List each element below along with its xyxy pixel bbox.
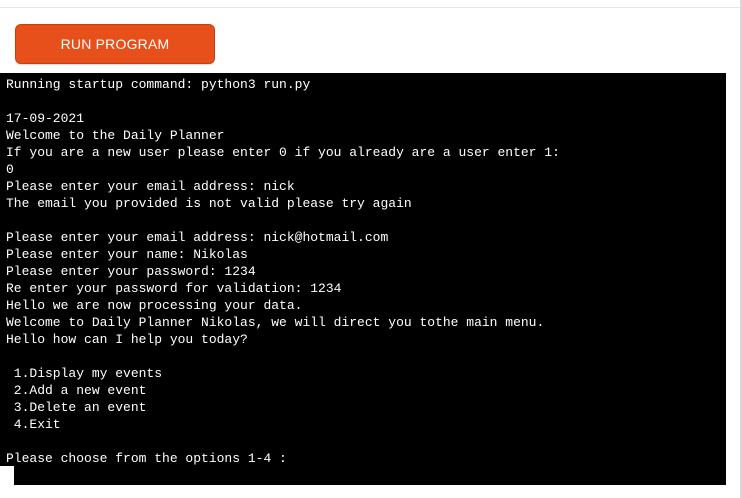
terminal-line: Please enter your name: Nikolas (6, 247, 248, 262)
terminal-line: Welcome to the Daily Planner (6, 128, 225, 143)
top-divider (0, 0, 742, 8)
terminal-line: Welcome to Daily Planner Nikolas, we wil… (6, 315, 545, 330)
terminal-line: The email you provided is not valid plea… (6, 196, 412, 211)
terminal-line: 4.Exit (6, 417, 61, 432)
terminal-line: Please choose from the options 1-4 : (6, 450, 560, 467)
terminal-line: 3.Delete an event (6, 400, 147, 415)
terminal-output[interactable]: Running startup command: python3 run.py 1… (0, 73, 726, 485)
terminal-line: Please enter your email address: nick (6, 179, 295, 194)
terminal-line: Please enter your password: 1234 (6, 264, 256, 279)
terminal-line: 2.Add a new event (6, 383, 147, 398)
terminal-corner-gap (0, 466, 14, 485)
terminal-line: Hello how can I help you today? (6, 332, 248, 347)
terminal-line: Hello we are now processing your data. (6, 298, 303, 313)
terminal-line: 17-09-2021 (6, 111, 85, 126)
terminal-line: Running startup command: python3 run.py (6, 77, 311, 92)
terminal-line: If you are a new user please enter 0 if … (6, 145, 560, 160)
terminal-line: Re enter your password for validation: 1… (6, 281, 342, 296)
run-program-button[interactable]: RUN PROGRAM (15, 24, 215, 64)
app-page: RUN PROGRAM Running startup command: pyt… (0, 0, 742, 498)
terminal-line: 0 (6, 162, 14, 177)
terminal-line: 1.Display my events (6, 366, 163, 381)
terminal-lines: Running startup command: python3 run.py 1… (6, 76, 560, 467)
terminal-line: Please enter your email address: nick@ho… (6, 230, 389, 245)
terminal-cursor (294, 450, 303, 465)
